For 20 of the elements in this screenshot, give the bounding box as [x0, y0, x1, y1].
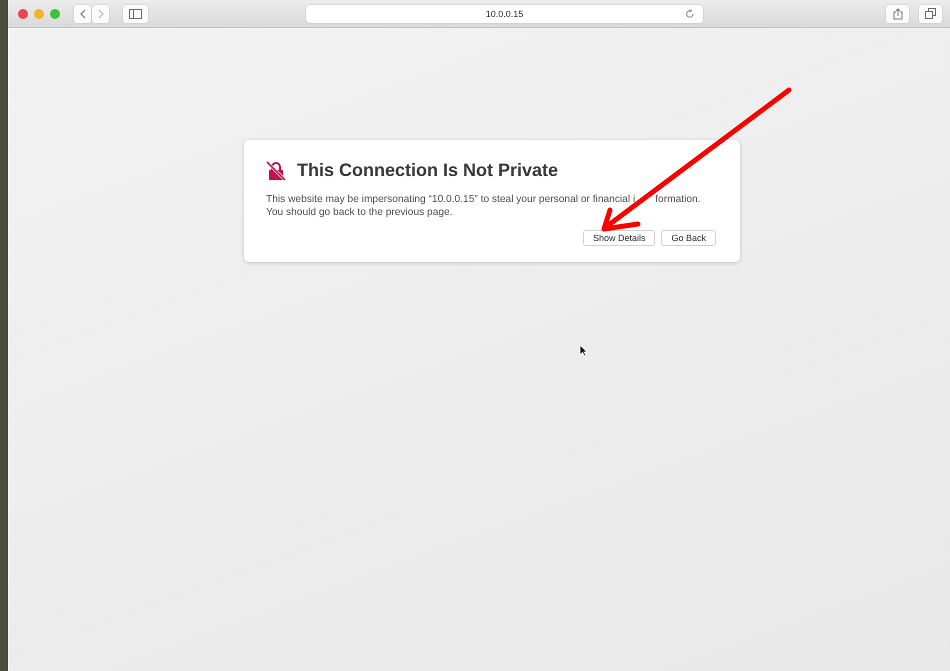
sidebar-icon — [129, 8, 142, 18]
back-button[interactable] — [74, 4, 91, 22]
warning-message: You should go back to the previous page. — [266, 206, 453, 219]
chevron-left-icon — [78, 8, 86, 18]
warning-message: This website may be impersonating “10.0.0.15” to steal your personal or financial i — [266, 193, 636, 206]
reload-icon — [685, 8, 695, 18]
pointer-icon — [579, 344, 588, 357]
address-bar[interactable]: 10.0.0.15 — [306, 4, 703, 22]
share-icon — [892, 8, 902, 20]
tabs-button[interactable] — [919, 4, 942, 22]
sidebar-button[interactable] — [123, 4, 148, 22]
lock-warning-icon — [266, 160, 286, 180]
warning-message: formation. — [655, 193, 700, 206]
close-button[interactable] — [18, 8, 28, 18]
details-button[interactable]: Show Details — [582, 230, 656, 246]
tabs-icon — [925, 8, 936, 19]
warning-title: This Connection Is Not Private — [297, 160, 558, 181]
chevron-right-icon — [96, 8, 104, 18]
share-button[interactable] — [886, 4, 909, 22]
back-page-button[interactable]: Go Back — [661, 230, 716, 246]
